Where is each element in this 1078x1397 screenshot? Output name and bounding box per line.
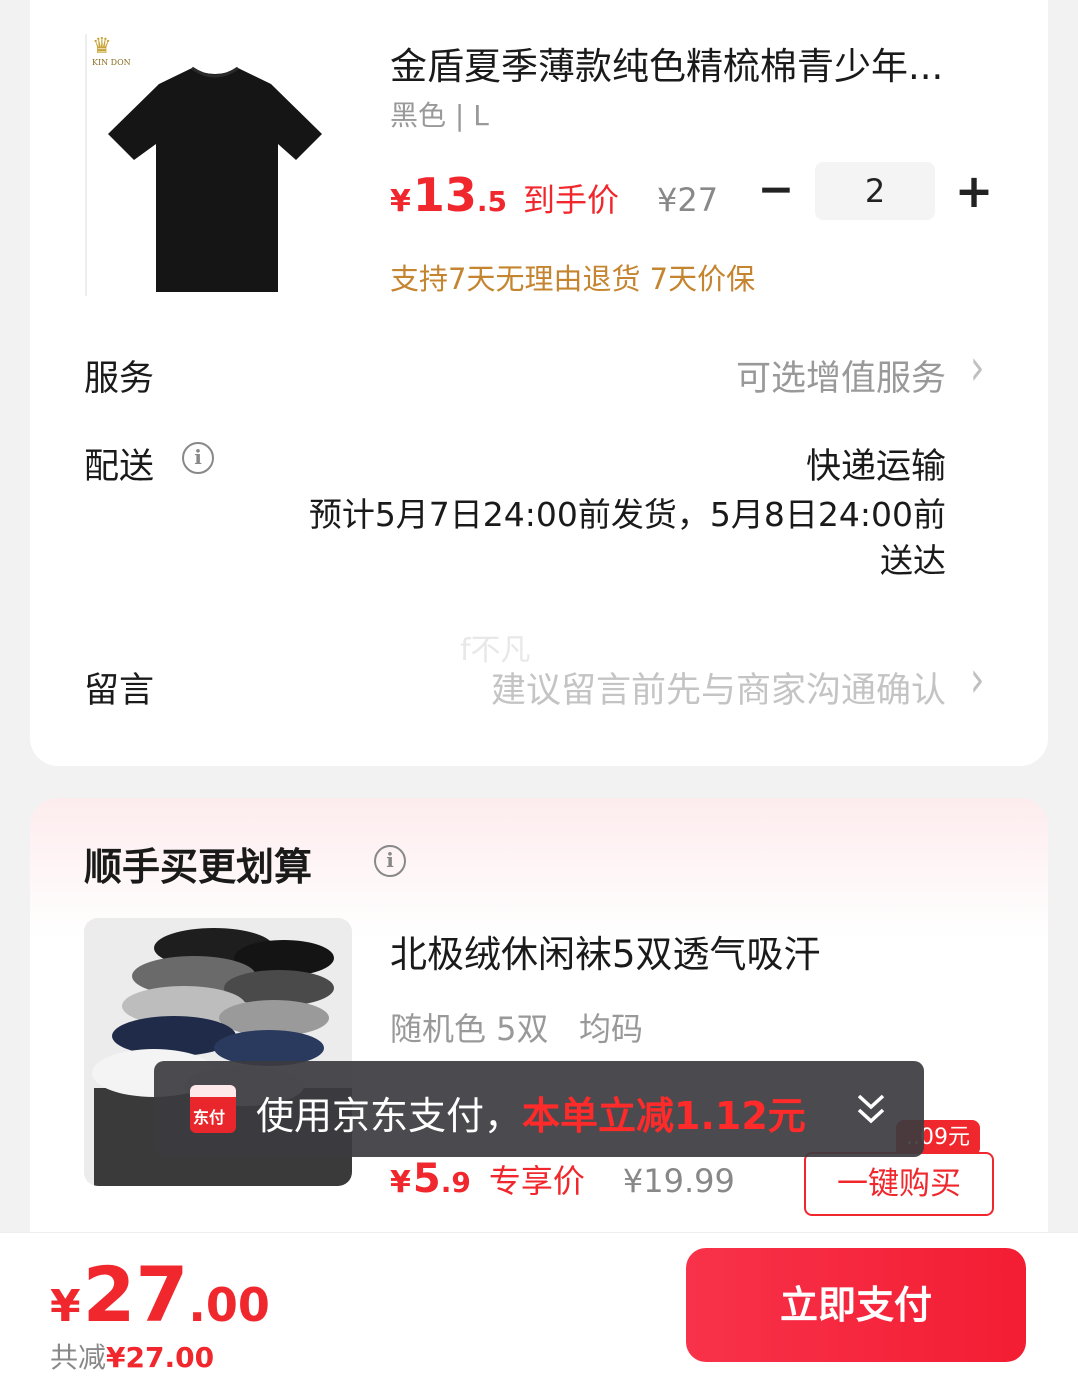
addon-section-title: 顺手买更划算	[84, 845, 313, 889]
original-price: ¥27	[657, 181, 719, 219]
addon-product-title[interactable]: 北极绒休闲袜5双透气吸汗	[390, 924, 821, 978]
chevron-right-icon[interactable]: ›	[970, 340, 984, 397]
addon-product-spec: 随机色 5双 均码	[390, 1010, 644, 1048]
product-price: ¥ 13 .5 到手价 ¥27	[390, 168, 719, 222]
chevron-right-icon[interactable]: ›	[970, 652, 984, 709]
product-image[interactable]	[84, 34, 346, 296]
product-title[interactable]: 金盾夏季薄款纯色精梳棉青少年...	[390, 42, 980, 92]
delivery-label: 配送	[84, 447, 155, 487]
brand-logo: ♛ KIN DON	[92, 34, 131, 68]
service-label: 服务	[84, 359, 155, 399]
total-price: ¥ 27 .00	[50, 1250, 270, 1339]
pay-now-button[interactable]: 立即支付	[686, 1248, 1026, 1362]
message-input[interactable]: 建议留言前先与商家沟通确认	[491, 662, 946, 713]
addon-price: ¥ 5 .9 专享价 ¥19.99	[390, 1156, 735, 1202]
price-tag: 专享价	[488, 1162, 585, 1200]
chevron-double-down-icon[interactable]	[855, 1092, 887, 1126]
delivery-estimate: 预计5月7日24:00前发货，5月8日24:00前 送达	[308, 495, 946, 580]
message-label: 留言	[84, 671, 155, 711]
price-tag: 到手价	[523, 181, 620, 219]
service-value[interactable]: 可选增值服务	[736, 350, 946, 401]
delivery-method: 快递运输	[805, 447, 946, 487]
quantity-input[interactable]: 2	[815, 162, 935, 220]
toast-message: 使用京东支付，本单立减1.12元	[256, 1094, 806, 1138]
jd-pay-logo: 东付	[190, 1085, 236, 1133]
one-click-buy-button[interactable]: 一键购买	[804, 1152, 994, 1216]
quantity-increase-button[interactable]: +	[954, 166, 994, 216]
quantity-decrease-button[interactable]: −	[756, 168, 796, 214]
info-icon[interactable]: i	[182, 442, 214, 474]
product-spec[interactable]: 黑色 | L	[390, 94, 489, 134]
total-discount: 共减¥27.00	[50, 1341, 215, 1374]
original-price: ¥19.99	[622, 1162, 735, 1200]
guarantee-text: 支持7天无理由退货 7天价保	[390, 262, 756, 296]
info-icon[interactable]: i	[374, 845, 406, 877]
jd-pay-toast[interactable]: 东付 使用京东支付，本单立减1.12元	[154, 1061, 924, 1157]
